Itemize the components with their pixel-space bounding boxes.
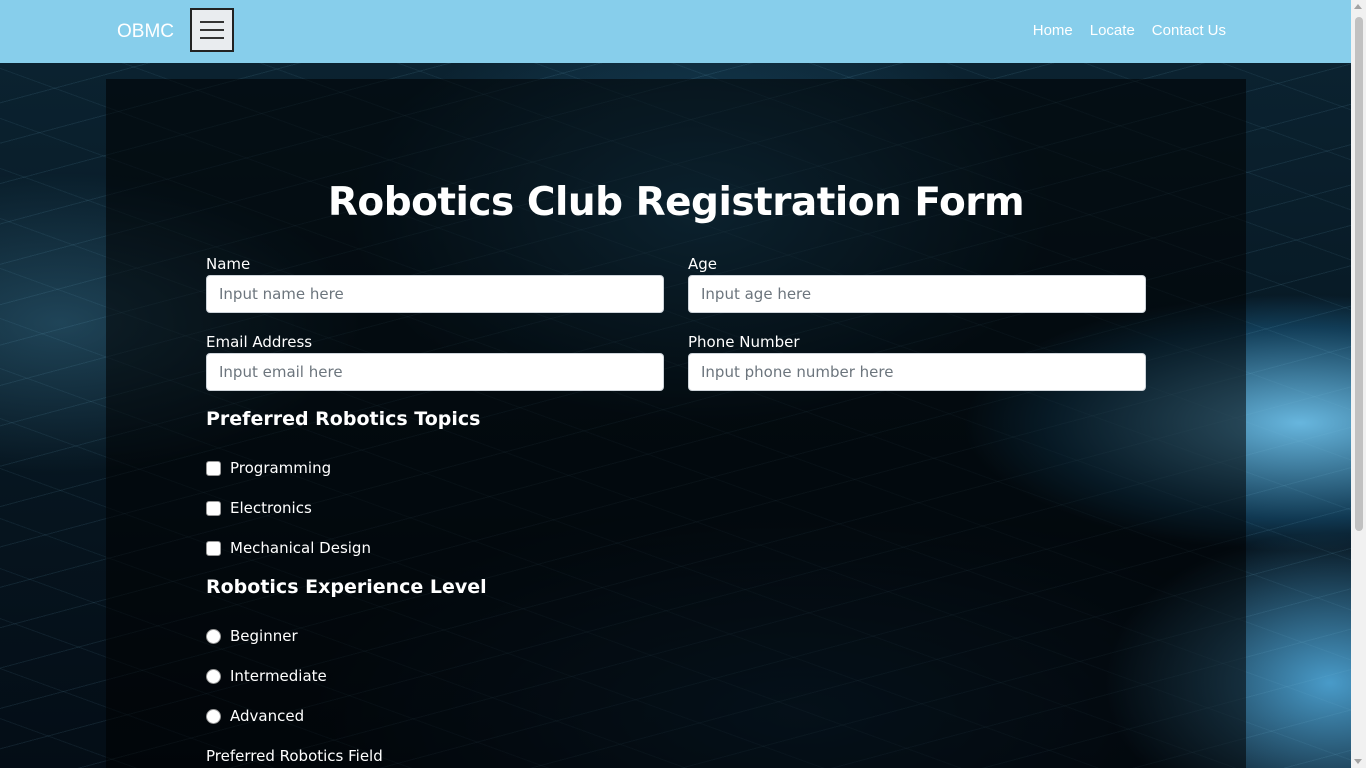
name-input[interactable]: [206, 275, 664, 313]
nav-link-locate[interactable]: Locate: [1090, 22, 1135, 39]
topic-option-electronics[interactable]: Electronics: [206, 499, 312, 517]
scroll-down-arrow-icon[interactable]: [1354, 759, 1362, 764]
email-label: Email Address: [206, 333, 313, 351]
experience-heading: Robotics Experience Level: [206, 576, 487, 598]
topic-option-mechanical-design[interactable]: Mechanical Design: [206, 539, 371, 557]
age-label: Age: [688, 255, 718, 273]
topic-option-programming[interactable]: Programming: [206, 459, 331, 477]
hamburger-icon: [200, 29, 224, 31]
preferred-field-label: Preferred Robotics Field: [206, 747, 383, 765]
advanced-radio[interactable]: [206, 708, 221, 724]
experience-option-intermediate[interactable]: Intermediate: [206, 667, 327, 685]
nav-links: Home Locate Contact Us: [1033, 22, 1226, 39]
experience-option-advanced[interactable]: Advanced: [206, 707, 304, 725]
mechanical-design-checkbox[interactable]: [206, 540, 221, 556]
advanced-label: Advanced: [230, 707, 305, 725]
mechanical-design-label: Mechanical Design: [230, 539, 371, 557]
topics-heading: Preferred Robotics Topics: [206, 408, 481, 430]
electronics-checkbox[interactable]: [206, 500, 221, 516]
hamburger-icon: [200, 37, 224, 39]
scroll-up-arrow-icon[interactable]: [1354, 4, 1362, 9]
scroll-thumb[interactable]: [1355, 17, 1363, 531]
email-input[interactable]: [206, 353, 664, 391]
hamburger-icon: [200, 21, 224, 23]
programming-checkbox[interactable]: [206, 460, 221, 476]
name-label: Name: [206, 255, 251, 273]
nav-link-home[interactable]: Home: [1033, 22, 1073, 39]
age-input[interactable]: [688, 275, 1146, 313]
brand-link[interactable]: OBMC: [117, 21, 174, 43]
phone-label: Phone Number: [688, 333, 800, 351]
beginner-radio[interactable]: [206, 628, 221, 644]
menu-toggle-button[interactable]: [190, 8, 234, 52]
beginner-label: Beginner: [230, 627, 298, 645]
page-scrollbar[interactable]: [1351, 0, 1366, 768]
nav-link-contact-us[interactable]: Contact Us: [1152, 22, 1226, 39]
form-title: Robotics Club Registration Form: [327, 180, 1025, 225]
programming-label: Programming: [230, 459, 332, 477]
experience-option-beginner[interactable]: Beginner: [206, 627, 298, 645]
phone-input[interactable]: [688, 353, 1146, 391]
intermediate-radio[interactable]: [206, 668, 221, 684]
electronics-label: Electronics: [230, 499, 312, 517]
top-navbar: OBMC Home Locate Contact Us: [0, 0, 1351, 63]
intermediate-label: Intermediate: [230, 667, 327, 685]
